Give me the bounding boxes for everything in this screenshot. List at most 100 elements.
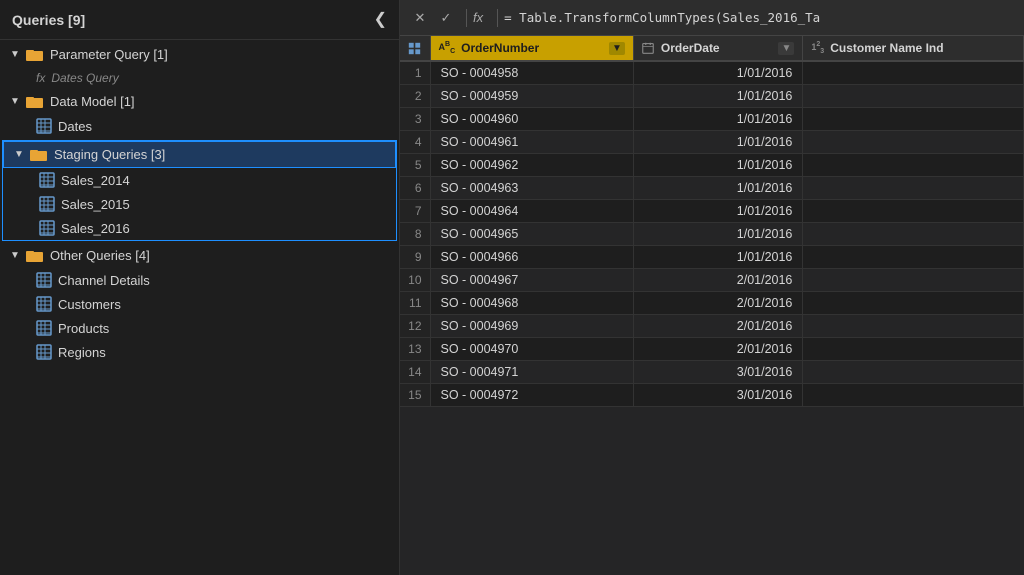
sidebar-header: Queries [9] ❮ — [0, 0, 399, 40]
cell-customer-name — [803, 108, 1024, 131]
col-label-customer-name: Customer Name Ind — [830, 41, 943, 55]
cell-order-date: 3/01/2016 — [633, 384, 802, 407]
calendar-icon — [642, 42, 654, 54]
cell-order-date: 1/01/2016 — [633, 85, 802, 108]
table-row: 3SO - 00049601/01/2016 — [400, 108, 1024, 131]
cell-order-number: SO - 0004972 — [430, 384, 633, 407]
row-number: 15 — [400, 384, 430, 407]
cell-order-date: 1/01/2016 — [633, 131, 802, 154]
group-label-parameter-query: Parameter Query [1] — [50, 47, 168, 62]
arrow-icon: ▼ — [8, 48, 22, 62]
fx-icon: fx — [36, 71, 45, 85]
col-type-abc-icon: ABC — [439, 41, 456, 55]
grid-icon — [408, 42, 421, 55]
item-products[interactable]: Products — [0, 316, 399, 340]
cell-customer-name — [803, 131, 1024, 154]
table-row: 6SO - 00049631/01/2016 — [400, 177, 1024, 200]
table-row: 9SO - 00049661/01/2016 — [400, 246, 1024, 269]
sidebar: Queries [9] ❮ ▼ Parameter Query [1] fx D… — [0, 0, 400, 575]
table-icon — [39, 196, 55, 212]
cell-order-number: SO - 0004958 — [430, 61, 633, 85]
table-row: 14SO - 00049713/01/2016 — [400, 361, 1024, 384]
table-row: 5SO - 00049621/01/2016 — [400, 154, 1024, 177]
table-icon — [36, 296, 52, 312]
staging-queries-group-wrapper: ▼ Staging Queries [3] — [2, 140, 397, 241]
cell-customer-name — [803, 85, 1024, 108]
cell-order-date: 1/01/2016 — [633, 154, 802, 177]
cancel-button[interactable]: ✕ — [408, 6, 432, 30]
cell-order-number: SO - 0004961 — [430, 131, 633, 154]
cell-order-number: SO - 0004970 — [430, 338, 633, 361]
table-row: 11SO - 00049682/01/2016 — [400, 292, 1024, 315]
cell-customer-name — [803, 200, 1024, 223]
arrow-icon: ▼ — [8, 95, 22, 109]
item-sales-2015[interactable]: Sales_2015 — [3, 192, 396, 216]
cell-order-number: SO - 0004967 — [430, 269, 633, 292]
cell-order-date: 1/01/2016 — [633, 246, 802, 269]
item-sales-2015-label: Sales_2015 — [61, 197, 130, 212]
row-number: 11 — [400, 292, 430, 315]
row-number: 5 — [400, 154, 430, 177]
item-channel-details-label: Channel Details — [58, 273, 150, 288]
data-table-container: ABC OrderNumber ▼ — [400, 36, 1024, 575]
cell-customer-name — [803, 292, 1024, 315]
table-row: 12SO - 00049692/01/2016 — [400, 315, 1024, 338]
group-label-staging-queries: Staging Queries [3] — [54, 147, 165, 162]
cell-customer-name — [803, 154, 1024, 177]
cell-order-number: SO - 0004959 — [430, 85, 633, 108]
cell-order-date: 2/01/2016 — [633, 292, 802, 315]
filter-button-order-number[interactable]: ▼ — [609, 42, 625, 55]
separator — [466, 9, 467, 27]
fx-label: fx — [473, 10, 483, 25]
folder-icon — [26, 48, 44, 62]
dates-query-item[interactable]: fx Dates Query — [0, 67, 399, 89]
cell-order-number: SO - 0004969 — [430, 315, 633, 338]
col-label-order-date: OrderDate — [661, 41, 720, 55]
separator — [497, 9, 498, 27]
row-number: 7 — [400, 200, 430, 223]
item-sales-2014[interactable]: Sales_2014 — [3, 168, 396, 192]
row-number: 12 — [400, 315, 430, 338]
item-dates[interactable]: Dates — [0, 114, 399, 138]
row-number: 8 — [400, 223, 430, 246]
item-sales-2016[interactable]: Sales_2016 — [3, 216, 396, 240]
row-number: 14 — [400, 361, 430, 384]
row-number: 3 — [400, 108, 430, 131]
cell-order-date: 1/01/2016 — [633, 177, 802, 200]
cell-order-number: SO - 0004960 — [430, 108, 633, 131]
col-header-order-date[interactable]: OrderDate ▼ — [633, 36, 802, 61]
formula-bar: ✕ ✓ fx = Table.TransformColumnTypes(Sale… — [400, 0, 1024, 36]
item-dates-label: Dates — [58, 119, 92, 134]
cell-order-date: 1/01/2016 — [633, 200, 802, 223]
cell-order-date: 1/01/2016 — [633, 108, 802, 131]
group-staging-queries[interactable]: ▼ Staging Queries [3] — [3, 141, 396, 168]
folder-icon — [26, 249, 44, 263]
collapse-button[interactable]: ❮ — [374, 12, 387, 28]
row-number: 6 — [400, 177, 430, 200]
item-customers[interactable]: Customers — [0, 292, 399, 316]
group-parameter-query[interactable]: ▼ Parameter Query [1] — [0, 42, 399, 67]
formula-text[interactable]: = Table.TransformColumnTypes(Sales_2016_… — [504, 10, 820, 25]
group-label-other-queries: Other Queries [4] — [50, 248, 150, 263]
cell-customer-name — [803, 177, 1024, 200]
table-icon — [36, 320, 52, 336]
col-header-order-number[interactable]: ABC OrderNumber ▼ — [430, 36, 633, 61]
cell-customer-name — [803, 223, 1024, 246]
col-header-customer-name[interactable]: 123 Customer Name Ind — [803, 36, 1024, 61]
cell-order-date: 3/01/2016 — [633, 361, 802, 384]
cell-order-date: 1/01/2016 — [633, 223, 802, 246]
cell-order-number: SO - 0004964 — [430, 200, 633, 223]
table-row: 7SO - 00049641/01/2016 — [400, 200, 1024, 223]
cell-customer-name — [803, 61, 1024, 85]
folder-icon — [26, 95, 44, 109]
confirm-button[interactable]: ✓ — [434, 6, 458, 30]
item-regions[interactable]: Regions — [0, 340, 399, 364]
group-other-queries[interactable]: ▼ Other Queries [4] — [0, 243, 399, 268]
row-number: 1 — [400, 61, 430, 85]
group-data-model[interactable]: ▼ Data Model [1] — [0, 89, 399, 114]
filter-button-order-date[interactable]: ▼ — [778, 42, 794, 55]
col-label-order-number: OrderNumber — [461, 41, 539, 55]
item-channel-details[interactable]: Channel Details — [0, 268, 399, 292]
table-row: 8SO - 00049651/01/2016 — [400, 223, 1024, 246]
dates-query-label: Dates Query — [51, 71, 118, 85]
